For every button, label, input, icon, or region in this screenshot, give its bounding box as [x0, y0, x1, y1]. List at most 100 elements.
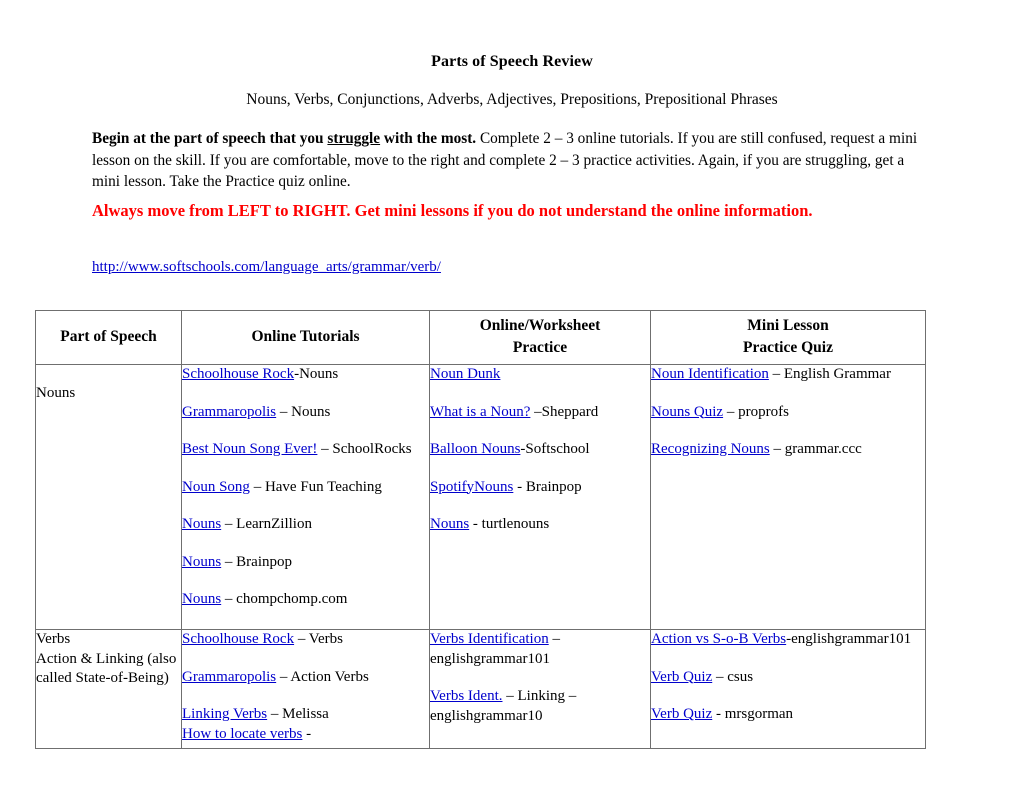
resource-link[interactable]: Recognizing Nouns — [651, 441, 770, 457]
list-item: Verb Quiz – csus — [651, 668, 925, 688]
parts-of-speech-table: Part of Speech Online Tutorials Online/W… — [35, 310, 926, 749]
resource-link[interactable]: Nouns — [430, 516, 469, 532]
resource-link[interactable]: Verb Quiz — [651, 669, 712, 685]
list-item: Verb Quiz - mrsgorman — [651, 705, 925, 725]
list-item: Schoolhouse Rock-Nouns — [182, 365, 429, 385]
document-page: Parts of Speech Review Nouns, Verbs, Con… — [0, 0, 1024, 791]
column-header-line-1: Mini Lesson — [747, 317, 829, 334]
resource-source: – SchoolRocks — [317, 441, 412, 457]
resource-link[interactable]: Action vs S-o-B Verbs — [651, 631, 786, 647]
list-item: SpotifyNouns - Brainpop — [430, 478, 650, 498]
resource-source: – Action Verbs — [276, 668, 369, 685]
list-item: Nouns – LearnZillion — [182, 515, 429, 535]
resource-link[interactable]: Verb Quiz — [651, 706, 712, 722]
list-item: Nouns – Brainpop — [182, 553, 429, 573]
part-of-speech-label: Verbs — [36, 631, 71, 647]
resource-link[interactable]: Grammaropolis — [182, 669, 276, 685]
cell-practice-nouns: Noun Dunk What is a Noun? –Sheppard Ball… — [429, 364, 651, 630]
table-row: Verbs Action & Linking (also called Stat… — [35, 629, 926, 749]
resource-link[interactable]: Nouns — [182, 516, 221, 532]
resource-source: – Melissa — [267, 706, 329, 722]
list-item: Action vs S-o-B Verbs-englishgrammar101 — [651, 630, 925, 650]
list-item: Nouns Quiz – proprofs — [651, 403, 925, 423]
list-item: Best Noun Song Ever! – SchoolRocks — [182, 440, 429, 460]
page-subtitle: Nouns, Verbs, Conjunctions, Adverbs, Adj… — [246, 91, 778, 108]
resource-source: – csus — [712, 668, 754, 685]
resource-source: – Verbs — [294, 631, 343, 647]
resource-link[interactable]: Linking Verbs — [182, 706, 267, 722]
resource-link[interactable]: Schoolhouse Rock — [182, 366, 294, 382]
list-item: Recognizing Nouns – grammar.ccc — [651, 440, 925, 460]
list-item: Nouns - turtlenouns — [430, 515, 650, 535]
resource-link[interactable]: What is a Noun? — [430, 404, 530, 420]
resource-link[interactable]: Verbs Ident. — [430, 688, 502, 704]
resource-link[interactable]: Noun Dunk — [430, 366, 500, 382]
resource-link[interactable]: Best Noun Song Ever! — [182, 441, 317, 457]
column-header-line-2: Practice Quiz — [743, 339, 833, 356]
cell-part-of-speech-nouns: Nouns — [35, 364, 182, 630]
cell-online-tutorials-nouns: Schoolhouse Rock-Nouns Grammaropolis – N… — [181, 364, 430, 630]
resource-source: – grammar.ccc — [769, 441, 862, 457]
list-item: Grammaropolis – Nouns — [182, 403, 429, 423]
intro-bold-underline: struggle — [327, 130, 381, 147]
intro-bold-lead: Begin at the part of speech that you — [92, 130, 328, 147]
cell-practice-verbs: Verbs Identification – englishgrammar101… — [429, 629, 651, 749]
list-item: Verbs Ident. – Linking – englishgrammar1… — [430, 687, 650, 726]
resource-source: - Brainpop — [513, 478, 582, 495]
resource-link[interactable]: Noun Song — [182, 479, 250, 495]
resource-source: - turtlenouns — [469, 516, 550, 532]
list-item: Noun Dunk — [430, 365, 650, 385]
resource-source: - — [302, 725, 312, 742]
resource-source: – Brainpop — [221, 553, 292, 570]
warning-text: Always move from LEFT to RIGHT. Get mini… — [92, 201, 813, 220]
resource-link[interactable]: SpotifyNouns — [430, 479, 513, 495]
resource-source: -Softschool — [520, 441, 590, 457]
resource-link[interactable]: Nouns Quiz — [651, 404, 723, 420]
column-header-part-of-speech: Part of Speech — [35, 310, 182, 365]
resource-source: – Have Fun Teaching — [249, 478, 382, 495]
column-header-online-tutorials: Online Tutorials — [181, 310, 430, 365]
part-of-speech-detail: Action & Linking (also called State-of-B… — [36, 650, 177, 687]
page-title: Parts of Speech Review — [431, 53, 593, 70]
table-header-row: Part of Speech Online Tutorials Online/W… — [35, 310, 926, 365]
part-of-speech-label: Nouns — [36, 385, 76, 401]
list-item: Balloon Nouns-Softschool — [430, 440, 650, 460]
cell-part-of-speech-verbs: Verbs Action & Linking (also called Stat… — [35, 629, 182, 749]
list-item: Schoolhouse Rock – Verbs — [182, 630, 429, 650]
list-item: Linking Verbs – Melissa — [182, 705, 429, 725]
resource-link[interactable]: Verbs Identification — [430, 631, 549, 647]
resource-source: – LearnZillion — [221, 516, 312, 532]
list-item: What is a Noun? –Sheppard — [430, 403, 650, 423]
resource-link[interactable]: Balloon Nouns — [430, 441, 520, 457]
resource-source: – Nouns — [276, 403, 331, 420]
table-row: Nouns Schoolhouse Rock-Nouns Grammaropol… — [35, 364, 926, 630]
resource-link[interactable]: Schoolhouse Rock — [182, 631, 294, 647]
column-header-mini-lesson-practice-quiz: Mini Lesson Practice Quiz — [650, 310, 926, 365]
column-header-line-2: Practice — [512, 339, 568, 356]
list-item: Verbs Identification – englishgrammar101 — [430, 630, 650, 669]
list-item: How to locate verbs - — [182, 725, 429, 745]
intro-bold-tail: with the most. — [380, 130, 477, 147]
column-header-online-worksheet-practice: Online/Worksheet Practice — [429, 310, 651, 365]
resource-source: -englishgrammar101 — [786, 631, 912, 647]
column-header-line-1: Online/Worksheet — [479, 317, 601, 334]
cell-online-tutorials-verbs: Schoolhouse Rock – Verbs Grammaropolis –… — [181, 629, 430, 749]
list-item: Noun Song – Have Fun Teaching — [182, 478, 429, 498]
resource-source: – chompchomp.com — [221, 591, 348, 607]
resource-link[interactable]: How to locate verbs — [182, 726, 302, 742]
cell-top-spacer — [36, 365, 181, 384]
resource-source: –Sheppard — [530, 403, 599, 420]
resource-source: – proprofs — [723, 403, 789, 420]
resource-link[interactable]: Nouns — [182, 591, 221, 607]
resource-link[interactable]: Noun Identification — [651, 366, 769, 382]
resource-link[interactable]: Nouns — [182, 554, 221, 570]
resource-link[interactable]: Grammaropolis — [182, 404, 276, 420]
resource-source: -Nouns — [294, 366, 339, 382]
list-item: Noun Identification – English Grammar — [651, 365, 925, 385]
cell-mini-lesson-nouns: Noun Identification – English Grammar No… — [650, 364, 926, 630]
list-item: Nouns – chompchomp.com — [182, 590, 429, 610]
intro-paragraph: Begin at the part of speech that you str… — [92, 128, 930, 193]
resource-source: - mrsgorman — [712, 706, 794, 722]
cell-mini-lesson-verbs: Action vs S-o-B Verbs-englishgrammar101 … — [650, 629, 926, 749]
softschools-url-link[interactable]: http://www.softschools.com/language_arts… — [92, 259, 441, 276]
